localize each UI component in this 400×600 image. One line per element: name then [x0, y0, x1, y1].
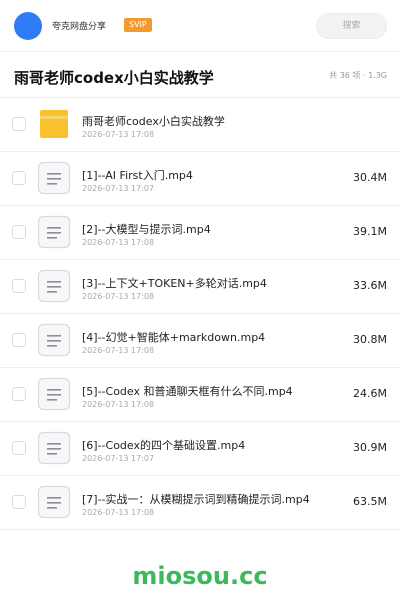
row-checkbox[interactable] [12, 225, 26, 239]
file-date: 2026-07-13 17:08 [82, 508, 155, 517]
file-icon [37, 485, 71, 519]
file-row[interactable]: [1]--AI First入门.mp4 2026-07-13 17:07 30.4M [0, 152, 400, 206]
file-icon [37, 215, 71, 249]
file-name: [1]--AI First入门.mp4 [82, 169, 193, 182]
file-name: [3]--上下文+TOKEN+多轮对话.mp4 [82, 277, 267, 290]
folder-icon [37, 107, 71, 141]
folder-header: 雨哥老师codex小白实战教学 共 36 项 · 1.3G [0, 52, 400, 98]
svip-badge: SVIP [124, 18, 152, 32]
file-name: [4]--幻觉+智能体+markdown.mp4 [82, 331, 266, 344]
file-name: [7]--实战一：从模糊提示词到精确提示词.mp4 [82, 493, 310, 506]
watermark-text: miosou.cc [132, 562, 268, 590]
file-date: 2026-07-13 17:07 [82, 454, 155, 463]
row-checkbox[interactable] [12, 387, 26, 401]
file-size: 63.5M [353, 495, 387, 508]
row-checkbox[interactable] [12, 495, 26, 509]
file-name: [2]--大模型与提示词.mp4 [82, 223, 211, 236]
item-summary: 共 36 项 · 1.3G [329, 71, 387, 80]
file-name: [6]--Codex的四个基础设置.mp4 [82, 439, 246, 452]
page-title: 雨哥老师codex小白实战教学 [14, 69, 214, 87]
file-size: 30.8M [353, 333, 387, 346]
row-checkbox[interactable] [12, 333, 26, 347]
file-icon [37, 431, 71, 465]
file-icon [37, 269, 71, 303]
file-icon [37, 377, 71, 411]
file-row[interactable]: [4]--幻觉+智能体+markdown.mp4 2026-07-13 17:08… [0, 314, 400, 368]
file-size: 24.6M [353, 387, 387, 400]
file-row[interactable]: [7]--实战一：从模糊提示词到精确提示词.mp4 2026-07-13 17:0… [0, 476, 400, 530]
row-checkbox[interactable] [12, 171, 26, 185]
file-name: 雨哥老师codex小白实战教学 [82, 115, 225, 128]
search-button[interactable]: 搜索 [316, 13, 387, 39]
file-icon [37, 161, 71, 195]
file-row[interactable]: [3]--上下文+TOKEN+多轮对话.mp4 2026-07-13 17:08 3… [0, 260, 400, 314]
file-row[interactable]: [5]--Codex 和普通聊天框有什么不同.mp4 2026-07-13 17:… [0, 368, 400, 422]
file-date: 2026-07-13 17:08 [82, 400, 155, 409]
avatar[interactable] [14, 12, 42, 40]
file-name: [5]--Codex 和普通聊天框有什么不同.mp4 [82, 385, 293, 398]
top-bar: 夸克网盘分享 SVIP 搜索 [0, 0, 400, 52]
file-size: 33.6M [353, 279, 387, 292]
file-date: 2026-07-13 17:07 [82, 184, 155, 193]
file-row[interactable]: [2]--大模型与提示词.mp4 2026-07-13 17:08 39.1M [0, 206, 400, 260]
file-date: 2026-07-13 17:08 [82, 130, 155, 139]
file-date: 2026-07-13 17:08 [82, 292, 155, 301]
file-date: 2026-07-13 17:08 [82, 238, 155, 247]
folder-row[interactable]: 雨哥老师codex小白实战教学 2026-07-13 17:08 [0, 98, 400, 152]
file-size: 30.4M [353, 171, 387, 184]
row-checkbox[interactable] [12, 117, 26, 131]
file-icon [37, 323, 71, 357]
file-size: 39.1M [353, 225, 387, 238]
file-list: 雨哥老师codex小白实战教学 2026-07-13 17:08 [1]--AI F… [0, 98, 400, 530]
row-checkbox[interactable] [12, 279, 26, 293]
brand-name: 夸克网盘分享 [52, 22, 107, 32]
file-size: 30.9M [353, 441, 387, 454]
file-date: 2026-07-13 17:08 [82, 346, 155, 355]
row-checkbox[interactable] [12, 441, 26, 455]
file-row[interactable]: [6]--Codex的四个基础设置.mp4 2026-07-13 17:07 30.… [0, 422, 400, 476]
